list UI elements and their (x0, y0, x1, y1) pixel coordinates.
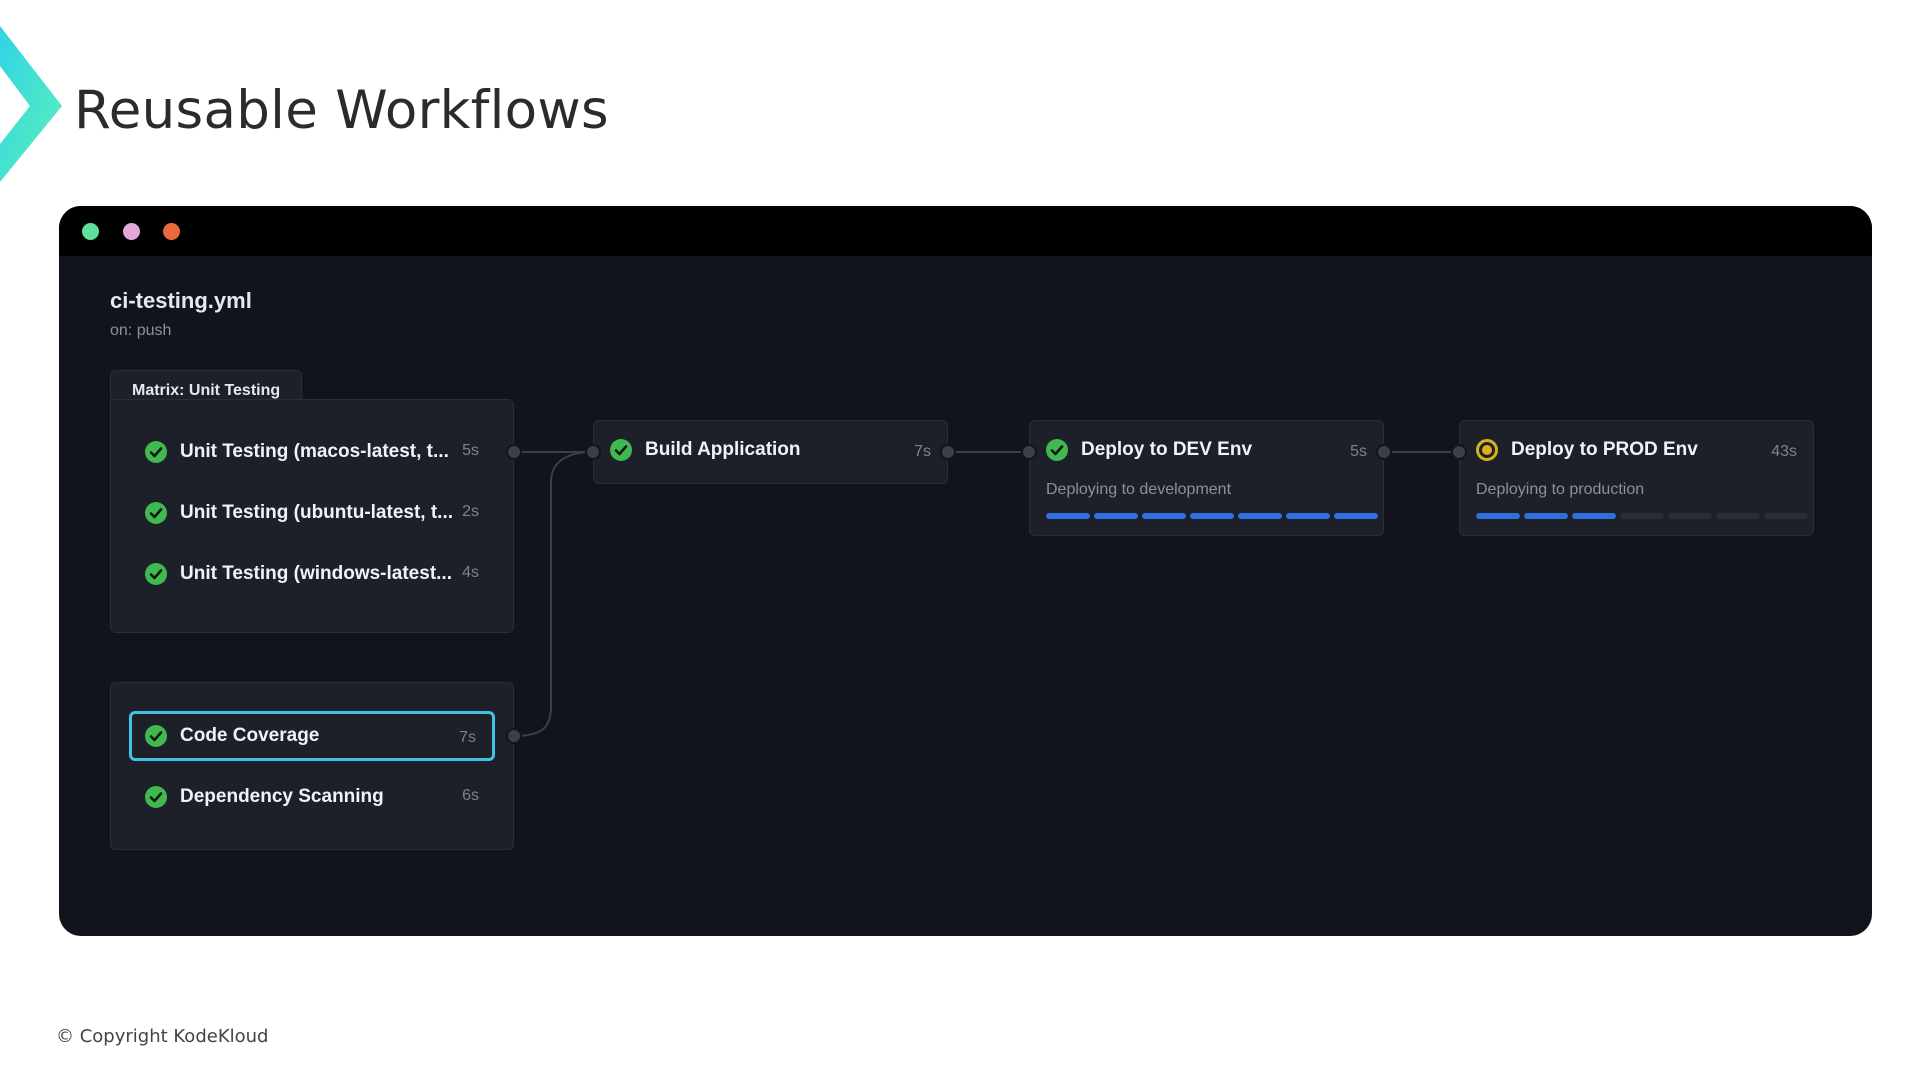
job-label: Dependency Scanning (180, 786, 384, 807)
job-duration: 6s (462, 787, 479, 804)
deploy-dev-label: Deploy to DEV Env (1081, 439, 1253, 460)
build-input-port[interactable] (585, 444, 601, 460)
build-application-label: Build Application (645, 439, 801, 460)
job-label: Unit Testing (ubuntu-latest, t... (180, 502, 454, 523)
progress-segment (1286, 513, 1330, 519)
deploy-prod-progress-bar (1476, 513, 1808, 519)
progress-segment (1620, 513, 1664, 519)
check-circle-icon (610, 439, 632, 461)
connector-coverage-build (513, 451, 594, 737)
deploy-dev-job[interactable]: Deploy to DEV Env 5s Deploying to develo… (1029, 420, 1384, 536)
progress-segment (1716, 513, 1760, 519)
checks-group (110, 682, 514, 850)
job-label: Unit Testing (macos-latest, t... (180, 441, 449, 462)
coverage-output-port[interactable] (506, 728, 522, 744)
check-circle-icon (145, 725, 167, 747)
progress-segment (1046, 513, 1090, 519)
progress-segment (1190, 513, 1234, 519)
slide-title: Reusable Workflows (74, 80, 609, 141)
progress-segment (1668, 513, 1712, 519)
check-circle-icon (145, 786, 167, 808)
matrix-job-0[interactable]: Unit Testing (macos-latest, t... 5s (129, 427, 495, 477)
progress-segment (1334, 513, 1378, 519)
progress-segment (1142, 513, 1186, 519)
matrix-job-2[interactable]: Unit Testing (windows-latest... 4s (129, 549, 495, 599)
job-duration: 2s (462, 503, 479, 520)
build-application-job[interactable]: Build Application 7s (593, 420, 948, 484)
check-circle-icon (145, 563, 167, 585)
deploy-dev-duration: 5s (1350, 443, 1367, 460)
dev-input-port[interactable] (1021, 444, 1037, 460)
progress-segment (1476, 513, 1520, 519)
prod-input-port[interactable] (1451, 444, 1467, 460)
check-job-1[interactable]: Dependency Scanning 6s (129, 772, 495, 822)
check-circle-icon (145, 502, 167, 524)
in-progress-circle-icon (1476, 439, 1498, 461)
job-duration: 4s (462, 564, 479, 581)
progress-segment (1238, 513, 1282, 519)
progress-segment (1524, 513, 1568, 519)
kodekloud-chevron-logo (0, 26, 62, 182)
deploy-dev-step: Deploying to development (1046, 481, 1232, 498)
deploy-prod-duration: 43s (1771, 443, 1797, 460)
deploy-prod-step: Deploying to production (1476, 481, 1645, 498)
progress-segment (1094, 513, 1138, 519)
progress-segment (1764, 513, 1808, 519)
job-duration: 7s (459, 729, 476, 746)
check-job-0[interactable]: Code Coverage 7s (129, 711, 495, 761)
job-label: Code Coverage (180, 725, 320, 746)
dev-output-port[interactable] (1376, 444, 1392, 460)
deploy-prod-job[interactable]: Deploy to PROD Env 43s Deploying to prod… (1459, 420, 1814, 536)
job-label: Unit Testing (windows-latest... (180, 563, 452, 584)
check-circle-icon (1046, 439, 1068, 461)
workflow-window: ci-testing.yml on: push Matrix: Unit Tes… (59, 206, 1872, 936)
copyright-footer: © Copyright KodeKloud (56, 1026, 269, 1047)
build-output-port[interactable] (940, 444, 956, 460)
deploy-dev-progress-bar (1046, 513, 1378, 519)
matrix-output-port[interactable] (506, 444, 522, 460)
progress-segment (1572, 513, 1616, 519)
matrix-job-1[interactable]: Unit Testing (ubuntu-latest, t... 2s (129, 488, 495, 538)
job-duration: 5s (462, 442, 479, 459)
deploy-prod-label: Deploy to PROD Env (1511, 439, 1698, 460)
check-circle-icon (145, 441, 167, 463)
build-application-duration: 7s (914, 443, 931, 460)
